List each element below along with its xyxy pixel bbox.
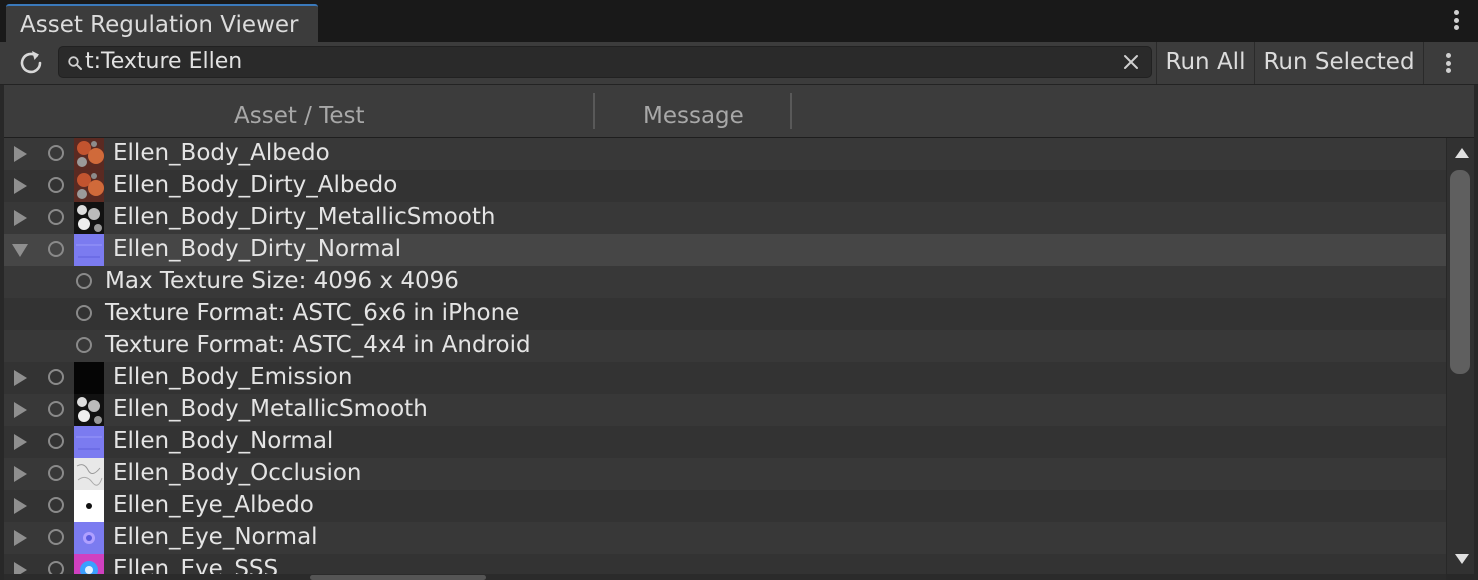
asset-name: Ellen_Body_Dirty_Normal xyxy=(113,236,402,262)
test-status-icon xyxy=(48,497,64,513)
vertical-scrollbar[interactable] xyxy=(1447,138,1474,574)
column-header: Asset / Test Message xyxy=(4,85,1474,138)
asset-row[interactable]: Ellen_Body_Occlusion xyxy=(4,458,1446,490)
asset-name: Ellen_Body_MetallicSmooth xyxy=(113,396,428,422)
kebab-menu-icon[interactable] xyxy=(1452,10,1460,34)
texture-thumbnail-icon xyxy=(74,138,104,170)
asset-row[interactable]: Ellen_Body_Normal xyxy=(4,426,1446,458)
test-status-icon xyxy=(48,561,64,574)
asset-name: Ellen_Eye_Normal xyxy=(113,524,318,550)
texture-thumbnail-icon xyxy=(74,458,104,490)
asset-name: Ellen_Eye_Albedo xyxy=(113,492,314,518)
expand-down-icon[interactable] xyxy=(12,244,28,257)
scroll-down-icon[interactable] xyxy=(1455,554,1469,564)
test-status-icon xyxy=(48,401,64,417)
close-icon[interactable] xyxy=(1121,51,1141,73)
test-name: Texture Format: ASTC_6x6 in iPhone xyxy=(105,300,520,326)
asset-row[interactable]: Ellen_Body_Dirty_Normal xyxy=(4,234,1446,266)
texture-thumbnail-icon xyxy=(74,554,104,574)
texture-thumbnail-icon xyxy=(74,362,104,394)
run-selected-button[interactable]: Run Selected xyxy=(1254,42,1424,84)
column-divider[interactable] xyxy=(593,93,595,129)
expand-right-icon[interactable] xyxy=(14,562,27,574)
horizontal-scrollbar[interactable] xyxy=(4,574,1446,580)
texture-thumbnail-icon xyxy=(74,170,104,202)
run-all-button[interactable]: Run All xyxy=(1156,42,1254,84)
asset-tree: Ellen_Body_Albedo Ellen_Body_Dirty_Albedo… xyxy=(4,138,1446,574)
texture-thumbnail-icon xyxy=(74,522,104,554)
asset-row[interactable]: Ellen_Body_Emission xyxy=(4,362,1446,394)
expand-right-icon[interactable] xyxy=(14,146,27,162)
toolbar: t:Texture Ellen Run All Run Selected xyxy=(0,42,1478,85)
test-row[interactable]: Max Texture Size: 4096 x 4096 xyxy=(4,266,1446,298)
expand-right-icon[interactable] xyxy=(14,498,27,514)
tab-asset-regulation-viewer[interactable]: Asset Regulation Viewer xyxy=(6,4,318,42)
expand-right-icon[interactable] xyxy=(14,210,27,226)
expand-right-icon[interactable] xyxy=(14,434,27,450)
test-status-icon xyxy=(48,369,64,385)
texture-thumbnail-icon xyxy=(74,490,104,522)
asset-regulation-viewer-window: Asset Regulation Viewer t:Texture Ellen xyxy=(0,0,1478,580)
asset-name: Ellen_Body_Dirty_MetallicSmooth xyxy=(113,204,496,230)
test-name: Texture Format: ASTC_4x4 in Android xyxy=(105,332,531,358)
asset-name: Ellen_Body_Emission xyxy=(113,364,353,390)
search-input[interactable]: t:Texture Ellen xyxy=(85,49,242,74)
test-status-icon xyxy=(76,273,92,289)
asset-row[interactable]: Ellen_Eye_SSS xyxy=(4,554,1446,574)
test-status-icon xyxy=(48,465,64,481)
test-row[interactable]: Texture Format: ASTC_6x6 in iPhone xyxy=(4,298,1446,330)
test-row[interactable]: Texture Format: ASTC_4x4 in Android xyxy=(4,330,1446,362)
toolbar-menu-icon[interactable] xyxy=(1434,42,1464,84)
asset-row[interactable]: Ellen_Body_Dirty_Albedo xyxy=(4,170,1446,202)
tab-title: Asset Regulation Viewer xyxy=(20,12,299,38)
column-message[interactable]: Message xyxy=(643,103,744,129)
asset-name: Ellen_Eye_SSS xyxy=(113,556,279,574)
expand-right-icon[interactable] xyxy=(14,402,27,418)
expand-right-icon[interactable] xyxy=(14,370,27,386)
scrollbar-thumb[interactable] xyxy=(1450,170,1470,374)
asset-name: Ellen_Body_Normal xyxy=(113,428,334,454)
asset-name: Ellen_Body_Occlusion xyxy=(113,460,362,486)
test-status-icon xyxy=(76,337,92,353)
expand-right-icon[interactable] xyxy=(14,178,27,194)
asset-row[interactable]: Ellen_Body_MetallicSmooth xyxy=(4,394,1446,426)
test-status-icon xyxy=(48,209,64,225)
search-field[interactable]: t:Texture Ellen xyxy=(58,46,1152,78)
texture-thumbnail-icon xyxy=(74,426,104,458)
column-asset-test[interactable]: Asset / Test xyxy=(234,103,365,129)
asset-row[interactable]: Ellen_Eye_Albedo xyxy=(4,490,1446,522)
test-status-icon xyxy=(48,145,64,161)
test-status-icon xyxy=(48,529,64,545)
texture-thumbnail-icon xyxy=(74,202,104,234)
refresh-icon[interactable] xyxy=(14,46,48,80)
expand-right-icon[interactable] xyxy=(14,466,27,482)
expand-right-icon[interactable] xyxy=(14,530,27,546)
tab-bar: Asset Regulation Viewer xyxy=(0,0,1478,42)
asset-row[interactable]: Ellen_Eye_Normal xyxy=(4,522,1446,554)
test-status-icon xyxy=(48,433,64,449)
asset-name: Ellen_Body_Albedo xyxy=(113,140,330,166)
asset-row[interactable]: Ellen_Body_Albedo xyxy=(4,138,1446,170)
asset-name: Ellen_Body_Dirty_Albedo xyxy=(113,172,398,198)
test-status-icon xyxy=(76,305,92,321)
texture-thumbnail-icon xyxy=(74,394,104,426)
column-divider[interactable] xyxy=(790,93,792,129)
search-icon xyxy=(67,55,83,71)
test-status-icon xyxy=(48,241,64,257)
texture-thumbnail-icon xyxy=(74,234,104,266)
test-name: Max Texture Size: 4096 x 4096 xyxy=(105,268,459,294)
scroll-up-icon[interactable] xyxy=(1455,148,1469,158)
asset-row[interactable]: Ellen_Body_Dirty_MetallicSmooth xyxy=(4,202,1446,234)
test-status-icon xyxy=(48,177,64,193)
horizontal-scrollbar-thumb[interactable] xyxy=(310,575,486,580)
